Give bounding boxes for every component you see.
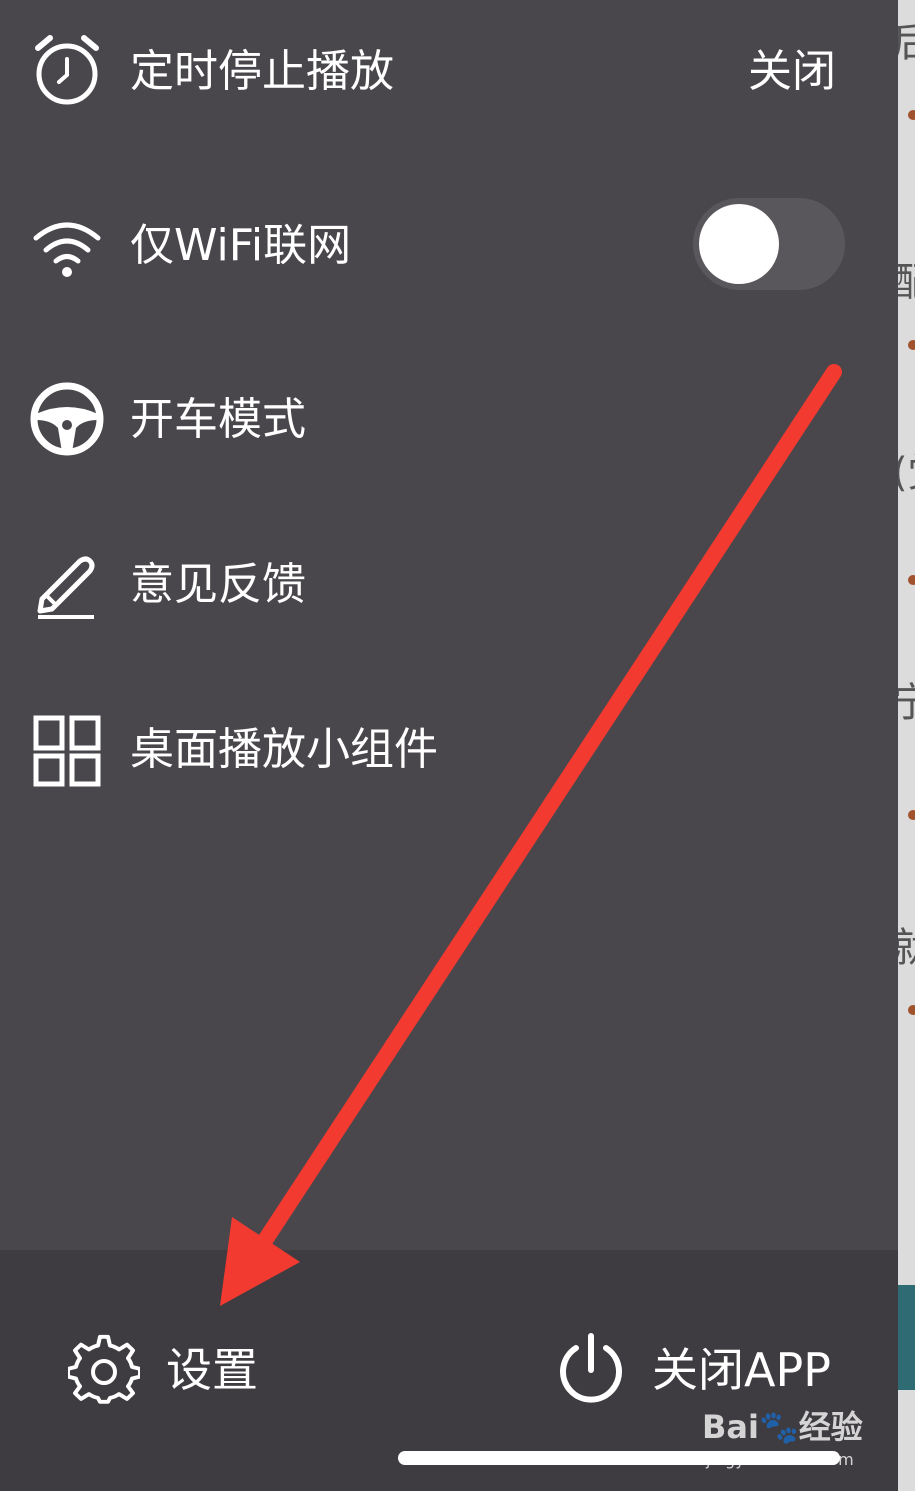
widget-grid-icon (33, 715, 101, 787)
wifi-icon (33, 222, 101, 277)
settings-label: 设置 (166, 1343, 258, 1397)
alarm-clock-icon (35, 35, 99, 105)
toggle-knob (699, 204, 779, 284)
menu-item-driving-mode[interactable]: 开车模式 (0, 360, 898, 480)
close-app-label: 关闭APP (652, 1343, 831, 1397)
menu-item-label: 仅WiFi联网 (130, 220, 352, 271)
menu-item-desktop-widget[interactable]: 桌面播放小组件 (0, 690, 898, 810)
settings-button[interactable]: 设置 (68, 1330, 288, 1410)
close-app-button[interactable]: 关闭APP (556, 1330, 846, 1410)
power-icon (560, 1333, 622, 1403)
sleep-timer-value[interactable]: 关闭 (748, 42, 836, 102)
background-page-edge: 后 配 (党 宁 就 (898, 0, 915, 1491)
watermark-logo-text: Bai🐾经验 (702, 1408, 863, 1446)
wifi-only-toggle[interactable] (693, 198, 845, 290)
gear-icon (68, 1334, 140, 1404)
menu-item-sleep-timer[interactable]: 定时停止播放 关闭 (0, 12, 898, 132)
home-indicator[interactable] (398, 1451, 840, 1465)
menu-item-feedback[interactable]: 意见反馈 (0, 525, 898, 645)
steering-wheel-icon (30, 382, 104, 456)
menu-item-label: 开车模式 (130, 394, 306, 445)
menu-item-label: 桌面播放小组件 (130, 724, 438, 775)
pen-icon (37, 556, 95, 619)
menu-item-label: 定时停止播放 (130, 46, 394, 97)
menu-item-label: 意见反馈 (130, 559, 306, 610)
baidu-jingyan-watermark: Bai🐾经验 jingyan.baidu.com (702, 1402, 872, 1482)
side-drawer: 定时停止播放 关闭 仅WiFi联网 开车模式 意见反馈 桌面播放小组件 设置 关… (0, 0, 898, 1491)
